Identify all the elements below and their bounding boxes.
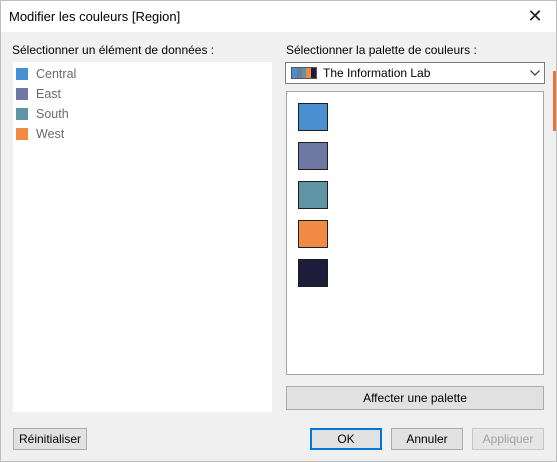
- ok-button[interactable]: OK: [310, 428, 382, 450]
- dialog-title: Modifier les couleurs [Region]: [9, 9, 181, 24]
- list-item[interactable]: East: [16, 85, 61, 103]
- palette-preview-icon: [291, 67, 317, 79]
- palette-label: Sélectionner la palette de couleurs :: [286, 43, 477, 57]
- data-item-list: Central East South West: [12, 61, 273, 413]
- palette-swatch[interactable]: [298, 103, 328, 131]
- palette-swatch-grid: [286, 91, 544, 375]
- palette-swatch[interactable]: [298, 142, 328, 170]
- palette-dropdown[interactable]: The Information Lab: [285, 62, 545, 84]
- list-item[interactable]: West: [16, 125, 64, 143]
- color-swatch: [16, 108, 28, 120]
- data-item-label: Sélectionner un élément de données :: [12, 43, 215, 57]
- list-item[interactable]: South: [16, 105, 69, 123]
- palette-swatch[interactable]: [298, 181, 328, 209]
- list-item-label: South: [36, 107, 69, 121]
- list-item[interactable]: Central: [16, 65, 76, 83]
- apply-button[interactable]: Appliquer: [472, 428, 544, 450]
- title-bar: Modifier les couleurs [Region] ✕: [1, 1, 556, 32]
- color-swatch: [16, 88, 28, 100]
- color-swatch: [16, 68, 28, 80]
- cancel-button[interactable]: Annuler: [391, 428, 463, 450]
- chevron-down-icon[interactable]: [526, 70, 544, 76]
- list-item-label: West: [36, 127, 65, 141]
- reset-button[interactable]: Réinitialiser: [13, 428, 87, 450]
- background-window-edge: [553, 71, 556, 131]
- list-item-label: Central: [36, 67, 77, 81]
- palette-swatch[interactable]: [298, 259, 328, 287]
- color-swatch: [16, 128, 28, 140]
- list-item-label: East: [36, 87, 62, 101]
- assign-palette-button[interactable]: Affecter une palette: [286, 386, 544, 410]
- palette-swatch[interactable]: [298, 220, 328, 248]
- color-dialog: Modifier les couleurs [Region] ✕ Sélecti…: [0, 0, 557, 462]
- palette-dropdown-value: The Information Lab: [323, 66, 431, 80]
- close-icon[interactable]: ✕: [520, 4, 550, 28]
